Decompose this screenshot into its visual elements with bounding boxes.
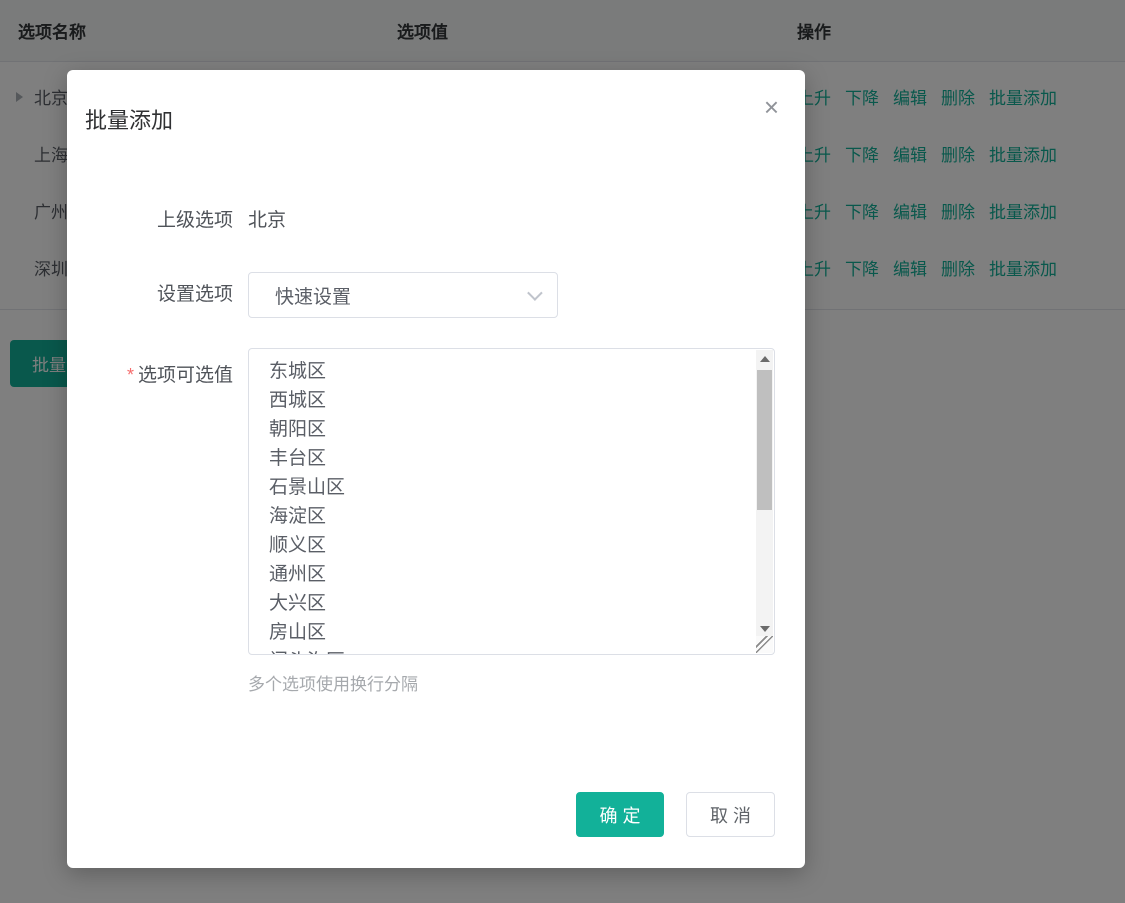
textarea-scrollbar[interactable] (756, 350, 773, 637)
preset-select-value: 快速设置 (249, 282, 351, 309)
textarea-text[interactable]: 东城区 西城区 朝阳区 丰台区 石景山区 海淀区 顺义区 通州区 大兴区 房山区… (249, 349, 755, 654)
scrollbar-thumb[interactable] (757, 370, 772, 510)
preset-select[interactable]: 快速设置 (248, 272, 558, 318)
scroll-down-icon[interactable] (756, 620, 773, 637)
batch-add-modal: 批量添加 × 上级选项 北京 设置选项 快速设置 *选项可选值 东城区 西城区 … (67, 70, 805, 868)
textarea-hint: 多个选项使用换行分隔 (248, 670, 418, 695)
close-icon[interactable]: × (764, 94, 779, 120)
option-values-textarea[interactable]: 东城区 西城区 朝阳区 丰台区 石景山区 海淀区 顺义区 通州区 大兴区 房山区… (248, 348, 775, 655)
parent-option-label: 上级选项 (67, 206, 233, 236)
resize-handle[interactable] (756, 636, 773, 653)
parent-option-value: 北京 (248, 206, 286, 236)
confirm-button[interactable]: 确定 (576, 792, 664, 837)
cancel-button[interactable]: 取消 (686, 792, 775, 837)
modal-title: 批量添加 (85, 103, 173, 135)
option-values-label: *选项可选值 (67, 360, 233, 391)
required-asterisk: * (127, 365, 134, 385)
chevron-down-icon (527, 285, 543, 301)
scroll-up-icon[interactable] (756, 350, 773, 367)
preset-option-label: 设置选项 (67, 280, 233, 310)
